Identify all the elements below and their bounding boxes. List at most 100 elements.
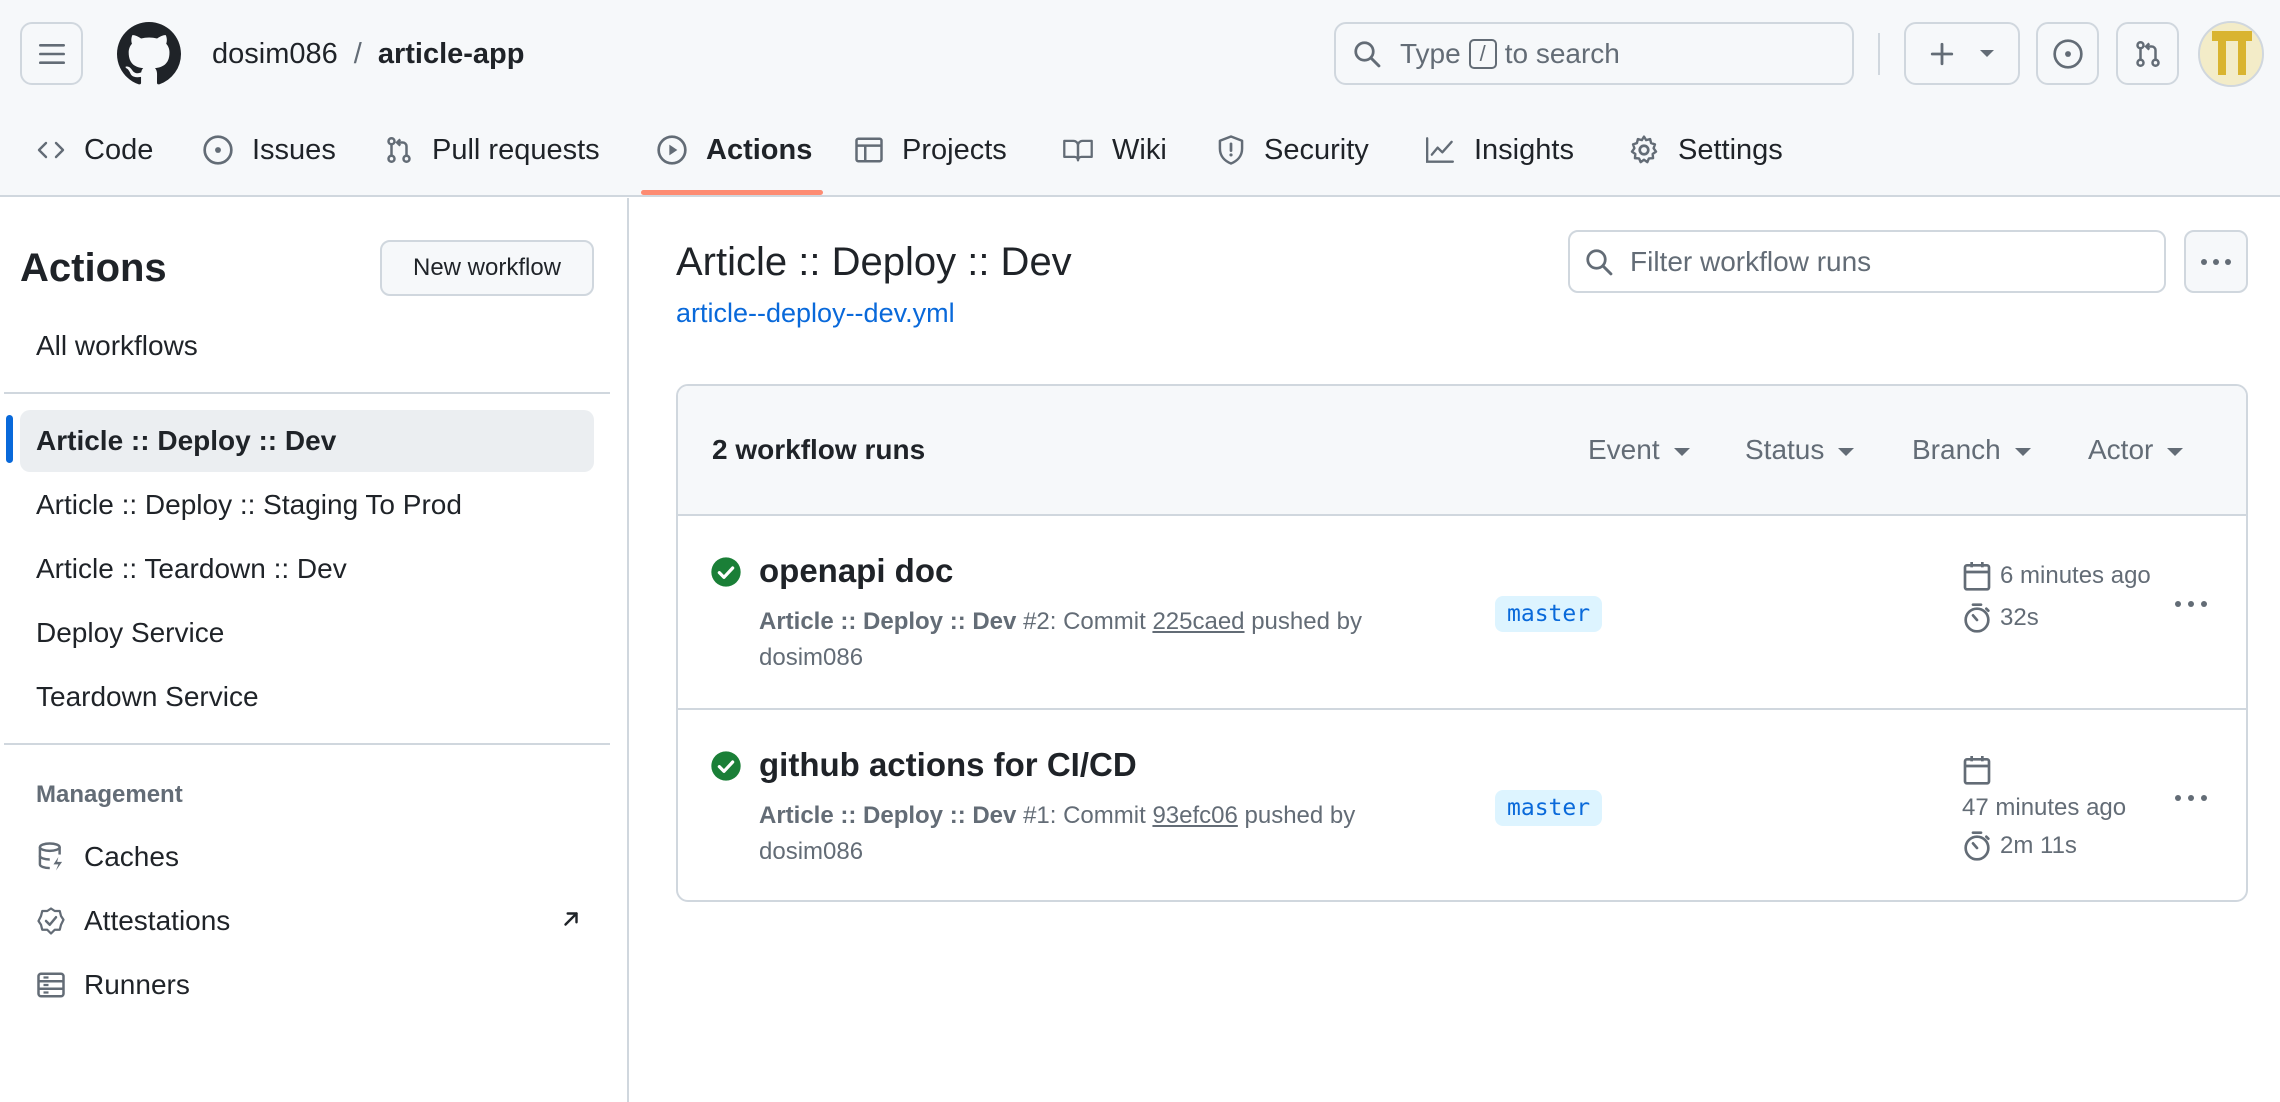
repo-nav: Code Issues Pull requests Actions Projec…: [0, 120, 2280, 197]
user-avatar[interactable]: [2198, 21, 2264, 87]
plus-icon: [1930, 42, 1954, 65]
global-search-input[interactable]: Type / to search: [1334, 22, 1854, 85]
git-pull-request-icon: [387, 136, 411, 164]
run-meta: Article :: Deploy :: Dev #1: Commit 93ef…: [759, 798, 1419, 870]
issues-shortcut-button[interactable]: [2036, 22, 2099, 85]
runs-count: 2 workflow runs: [712, 434, 926, 465]
tab-actions[interactable]: Actions: [656, 120, 812, 180]
tab-code[interactable]: Code: [36, 120, 153, 180]
app-header: dosim086 / article-app Type / to search: [0, 0, 2280, 197]
run-commit-label: : Commit: [1049, 608, 1146, 635]
sidebar-item-workflow[interactable]: Article :: Deploy :: Dev: [20, 410, 594, 472]
menu-button[interactable]: [20, 22, 83, 85]
workflow-run-row[interactable]: github actions for CI/CD Article :: Depl…: [678, 708, 2246, 900]
status-filter-dropdown[interactable]: Status: [1745, 434, 1855, 466]
runs-list-header: 2 workflow runs Event Status Branch Acto…: [678, 386, 2246, 516]
management-heading: Management: [36, 781, 183, 808]
run-number: #1: [1023, 802, 1050, 829]
run-timestamp: 47 minutes ago: [1962, 794, 2126, 822]
pull-requests-shortcut-button[interactable]: [2116, 22, 2179, 85]
stopwatch-icon: [1964, 603, 1990, 633]
repo-owner-link[interactable]: dosim086: [212, 34, 338, 74]
issue-opened-icon: [2052, 38, 2083, 69]
external-link-arrow-icon: [564, 912, 578, 926]
run-title-link[interactable]: github actions for CI/CD: [759, 746, 1137, 784]
issue-opened-icon: [203, 135, 233, 165]
gear-icon: [1630, 135, 1658, 164]
check-circle-fill-icon: [711, 557, 741, 587]
sidebar-item-all-workflows[interactable]: All workflows: [20, 315, 594, 377]
sidebar-divider: [4, 392, 610, 394]
branch-badge[interactable]: master: [1495, 596, 1603, 632]
graph-icon: [1425, 137, 1454, 163]
commit-sha-link[interactable]: 93efc06: [1152, 802, 1237, 829]
branch-badge[interactable]: master: [1495, 790, 1603, 826]
tab-code-label: Code: [84, 133, 154, 166]
tab-settings[interactable]: Settings: [1628, 120, 1783, 180]
check-circle-fill-icon: [711, 751, 741, 781]
triangle-down-icon: [1980, 49, 1994, 57]
github-logo-icon[interactable]: [117, 22, 181, 86]
sidebar-item-workflow[interactable]: Article :: Teardown :: Dev: [20, 538, 594, 600]
caret-down-icon: [1673, 448, 1690, 456]
tab-security-label: Security: [1264, 133, 1369, 166]
repo-name-link[interactable]: article-app: [378, 34, 525, 74]
event-filter-dropdown[interactable]: Event: [1588, 434, 1690, 466]
run-workflow-name: Article :: Deploy :: Dev: [759, 802, 1017, 829]
actions-sidebar: Actions New workflow All workflows Artic…: [0, 198, 628, 1102]
runners-label: Runners: [84, 969, 190, 1000]
filter-workflow-runs-input[interactable]: Filter workflow runs: [1568, 230, 2166, 293]
create-new-button[interactable]: [1904, 22, 2020, 85]
run-actor: dosim086: [759, 644, 864, 671]
workflow-run-row[interactable]: openapi doc Article :: Deploy :: Dev #2:…: [678, 516, 2246, 708]
event-filter-label: Event: [1588, 434, 1660, 465]
tab-issues-label: Issues: [252, 133, 336, 166]
caches-label: Caches: [84, 841, 179, 872]
tab-settings-label: Settings: [1678, 133, 1783, 166]
search-icon: [1354, 40, 1381, 67]
tab-projects[interactable]: Projects: [854, 120, 1007, 180]
search-prefix-text: Type: [1400, 37, 1461, 69]
tab-wiki-label: Wiki: [1112, 133, 1167, 166]
branch-filter-dropdown[interactable]: Branch: [1912, 434, 2031, 466]
tab-insights[interactable]: Insights: [1424, 120, 1574, 180]
header-divider: [1878, 33, 1880, 75]
sidebar-item-runners[interactable]: Runners: [36, 958, 594, 1012]
sidebar-item-workflow[interactable]: Deploy Service: [20, 602, 594, 664]
workflow-file-link[interactable]: article--deploy--dev.yml: [676, 298, 955, 329]
run-time-text: 47 minutes ago: [1962, 794, 2127, 821]
top-bar: dosim086 / article-app Type / to search: [0, 0, 2280, 110]
sidebar-item-workflow[interactable]: Article :: Deploy :: Staging To Prod: [20, 474, 594, 536]
caret-down-icon: [1838, 448, 1855, 456]
tab-security[interactable]: Security: [1216, 120, 1369, 180]
server-icon: [37, 972, 65, 998]
tab-issues[interactable]: Issues: [202, 120, 336, 180]
database-icon: [38, 842, 63, 871]
run-options-kebab-icon[interactable]: [2174, 794, 2208, 802]
run-options-kebab-icon[interactable]: [2174, 600, 2208, 608]
sidebar-item-attestations[interactable]: Attestations: [36, 894, 594, 948]
sidebar-item-workflow[interactable]: Teardown Service: [20, 666, 594, 728]
commit-sha-link[interactable]: 225caed: [1152, 608, 1244, 635]
search-shortcut-key: /: [1468, 38, 1497, 69]
selected-item-marker: [6, 415, 13, 463]
new-workflow-button[interactable]: New workflow: [380, 240, 594, 296]
workflow-options-button[interactable]: [2184, 230, 2248, 293]
tab-wiki[interactable]: Wiki: [1062, 120, 1167, 180]
active-tab-underline: [641, 190, 823, 195]
calendar-icon: [1963, 756, 1991, 785]
tab-pull-requests[interactable]: Pull requests: [384, 120, 600, 180]
caret-down-icon: [2014, 448, 2031, 456]
kebab-horizontal-icon: [2201, 258, 2231, 265]
stopwatch-icon: [1964, 831, 1990, 861]
actor-filter-dropdown[interactable]: Actor: [2088, 434, 2184, 466]
run-title-link[interactable]: openapi doc: [759, 552, 953, 590]
sidebar-title: Actions: [20, 246, 167, 290]
filter-placeholder: Filter workflow runs: [1630, 245, 1872, 277]
attestations-label: Attestations: [84, 905, 231, 936]
sidebar-item-caches[interactable]: Caches: [36, 830, 594, 884]
run-duration: 2m 11s: [1962, 830, 2077, 862]
git-pull-request-icon: [2135, 40, 2160, 67]
sidebar-divider: [4, 743, 610, 745]
run-meta: Article :: Deploy :: Dev #2: Commit 225c…: [759, 604, 1419, 676]
